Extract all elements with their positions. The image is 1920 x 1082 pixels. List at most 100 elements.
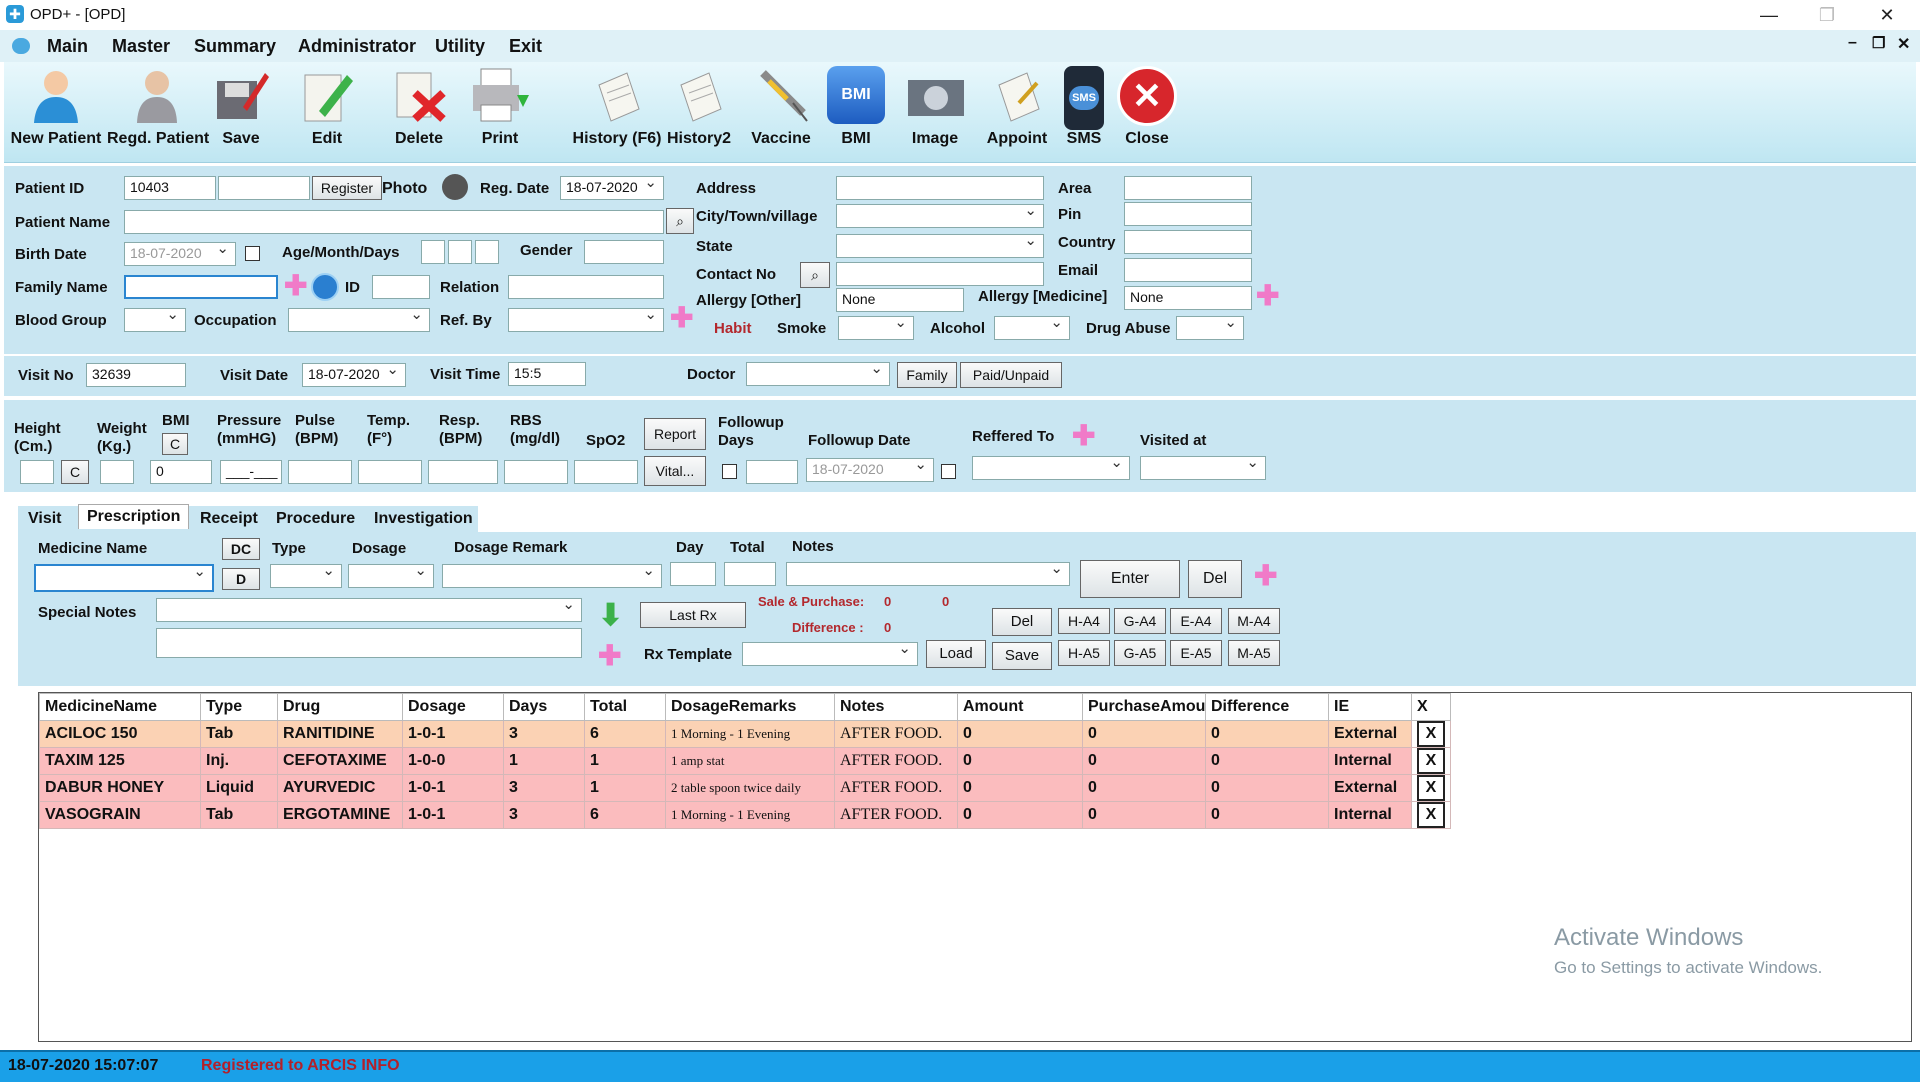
pressure-field[interactable]: ___-___ [220,460,282,484]
state-select[interactable] [836,234,1044,258]
remove-row-cell[interactable]: X [1411,747,1451,775]
day-field[interactable] [670,562,716,586]
col-medicine-name[interactable]: MedicineName [39,693,201,721]
birth-date-checkbox[interactable] [245,246,260,261]
col-drug[interactable]: Drug [277,693,403,721]
pulse-field[interactable] [288,460,352,484]
minimize-button[interactable]: — [1740,0,1798,30]
table-row[interactable]: ACILOC 150 Tab RANITIDINE 1-0-1 3 6 1 Morning … [39,720,1451,748]
close-window-button[interactable]: ✕ [1858,0,1916,30]
family-name-field[interactable] [124,275,278,299]
relation-field[interactable] [508,275,664,299]
gender-field[interactable] [584,240,664,264]
family-id-field[interactable] [372,275,430,299]
allergy-other-field[interactable]: None [836,288,964,312]
temp-field[interactable] [358,460,422,484]
occupation-select[interactable] [288,308,430,332]
table-row[interactable]: VASOGRAIN Tab ERGOTAMINE 1-0-1 3 6 1 Morning -… [39,801,1451,829]
new-patient-button[interactable]: New Patient [6,62,106,162]
age-years-field[interactable] [421,240,445,264]
enter-button[interactable]: Enter [1080,560,1180,598]
type-select[interactable] [270,564,342,588]
down-arrow-icon[interactable]: ⬇ [598,598,623,633]
col-difference[interactable]: Difference [1205,693,1329,721]
age-months-field[interactable] [448,240,472,264]
drug-abuse-select[interactable] [1176,316,1244,340]
save-button[interactable]: Save [191,62,291,162]
dosage-remark-select[interactable] [442,564,662,588]
col-ie[interactable]: IE [1328,693,1412,721]
followup-days-field[interactable] [746,460,798,484]
weight-field[interactable] [100,460,134,484]
ref-by-select[interactable] [508,308,664,332]
patient-id-field[interactable]: 10403 [124,176,216,200]
visit-no-field[interactable]: 32639 [86,363,186,387]
remove-row-button[interactable]: X [1417,802,1445,828]
maximize-button[interactable]: ❐ [1798,0,1856,30]
tab-receipt[interactable]: Receipt [200,510,258,528]
special-notes-select[interactable] [156,598,582,622]
birth-date-picker[interactable]: 18-07-2020 [124,242,236,266]
menu-exit[interactable]: Exit [509,36,542,57]
tab-visit[interactable]: Visit [28,510,62,528]
height-calc-button[interactable]: C [61,460,89,484]
patient-id-extra-field[interactable] [218,176,310,200]
load-template-button[interactable]: Load [926,640,986,668]
followup-date-checkbox[interactable] [941,464,956,479]
col-notes[interactable]: Notes [834,693,958,721]
pin-field[interactable] [1124,202,1252,226]
dc-button[interactable]: DC [222,538,260,560]
rx-template-select[interactable] [742,642,918,666]
resp-field[interactable] [428,460,498,484]
vital-button[interactable]: Vital... [644,456,706,486]
col-purchase-amount[interactable]: PurchaseAmou [1082,693,1206,721]
patient-name-field[interactable] [124,210,664,234]
tab-prescription[interactable]: Prescription [78,504,190,529]
print-m-a5-button[interactable]: M-A5 [1228,640,1280,666]
remove-row-button[interactable]: X [1417,721,1445,747]
remove-row-cell[interactable]: X [1411,801,1451,829]
patient-search-icon[interactable]: ⌕ [666,208,694,234]
del-template-button[interactable]: Del [992,608,1052,636]
contact-field[interactable] [836,262,1044,286]
tab-investigation[interactable]: Investigation [374,510,473,528]
print-button[interactable]: Print [450,62,550,162]
table-row[interactable]: TAXIM 125 Inj. CEFOTAXIME 1-0-0 1 1 1 amp stat… [39,747,1451,775]
paid-unpaid-button[interactable]: Paid/Unpaid [960,362,1062,388]
mdi-close-button[interactable]: ✕ [1897,34,1910,54]
visit-time-field[interactable]: 15:5 [508,362,586,386]
col-type[interactable]: Type [200,693,278,721]
alcohol-select[interactable] [994,316,1070,340]
print-g-a5-button[interactable]: G-A5 [1114,640,1166,666]
followup-checkbox[interactable] [722,464,737,479]
country-field[interactable] [1124,230,1252,254]
table-row[interactable]: DABUR HONEY Liquid AYURVEDIC 1-0-1 3 1 2 table… [39,774,1451,802]
doctor-select[interactable] [746,362,890,386]
family-button[interactable]: Family [897,362,957,388]
col-total[interactable]: Total [584,693,666,721]
col-days[interactable]: Days [503,693,585,721]
remove-row-button[interactable]: X [1417,775,1445,801]
city-select[interactable] [836,204,1044,228]
mdi-restore-button[interactable]: ❐ [1872,34,1885,52]
smoke-select[interactable] [838,316,914,340]
edit-button[interactable]: Edit [277,62,377,162]
add-note-icon[interactable]: ✚ [598,642,621,670]
medicine-name-select[interactable] [34,564,214,592]
allergy-medicine-field[interactable]: None [1124,286,1252,310]
menu-summary[interactable]: Summary [194,36,276,57]
remove-row-button[interactable]: X [1417,748,1445,774]
rbs-field[interactable] [504,460,568,484]
close-button[interactable]: ✕ Close [1097,62,1197,162]
print-m-a4-button[interactable]: M-A4 [1228,608,1280,634]
print-g-a4-button[interactable]: G-A4 [1114,608,1166,634]
dosage-select[interactable] [348,564,434,588]
camera-icon[interactable] [442,174,468,200]
height-field[interactable] [20,460,54,484]
total-field[interactable] [724,562,776,586]
print-h-a5-button[interactable]: H-A5 [1058,640,1110,666]
menu-master[interactable]: Master [112,36,170,57]
add-family-icon[interactable]: ✚ [284,272,307,300]
referred-to-select[interactable] [972,456,1130,480]
menu-utility[interactable]: Utility [435,36,485,57]
